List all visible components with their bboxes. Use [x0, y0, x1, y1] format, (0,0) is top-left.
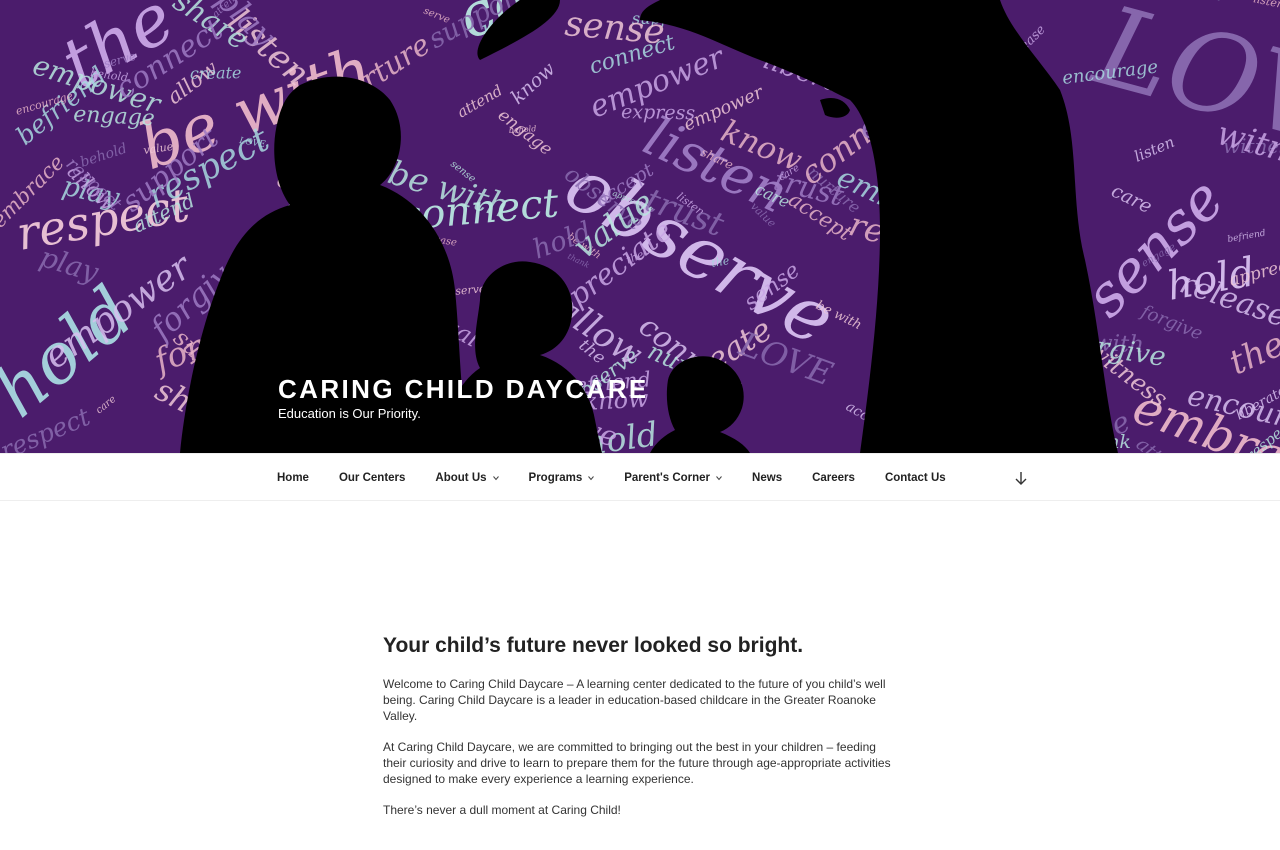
nav-item-contact-us[interactable]: Contact Us [870, 454, 961, 502]
nav-item-careers[interactable]: Careers [797, 454, 870, 502]
hero-word: create [190, 63, 242, 83]
closing-paragraph: There’s never a dull moment at Caring Ch… [383, 803, 621, 817]
nav-item-label: Careers [812, 472, 855, 484]
nav-item-programs[interactable]: Programs [514, 454, 610, 502]
hero-word: engage [73, 102, 156, 131]
nav-item-label: Contact Us [884, 472, 946, 484]
nav-item-label: Our Centers [338, 472, 406, 484]
chevron-down-icon [492, 476, 499, 481]
site-branding: CARING CHILD DAYCARE Education is Our Pr… [278, 374, 649, 422]
nav-item-news[interactable]: News [737, 454, 797, 502]
chevron-down-icon [716, 476, 722, 481]
nav-item-home[interactable]: Home [262, 454, 324, 502]
nav-item-our-centers[interactable]: Our Centers [324, 454, 420, 502]
main-content: Your child’s future never looked so brig… [383, 632, 893, 833]
nav-item-label: Home [277, 472, 309, 484]
nav-item-label: News [752, 472, 783, 484]
arrow-down-icon[interactable] [1012, 468, 1030, 488]
site-title[interactable]: CARING CHILD DAYCARE [278, 374, 649, 404]
intro-paragraph: Welcome to Caring Child Daycare – A lear… [383, 677, 886, 723]
nav-item-label: About Us [435, 472, 487, 484]
nav-item-about-us[interactable]: About Us [420, 454, 513, 502]
nav-item-label: Programs [528, 472, 583, 484]
commitment-paragraph: At Caring Child Daycare, we are committe… [383, 740, 891, 786]
nav-item-label: Parent's Corner [624, 472, 711, 484]
chevron-down-icon [588, 476, 595, 481]
main-navigation: Home Our Centers About Us Programs Parent's … [0, 453, 1280, 501]
nav-menu: Home Our Centers About Us Programs Parent's … [262, 454, 961, 502]
hero-header: thebe withcareobservelistenrespectholdLO… [0, 0, 1280, 453]
page-heading: Your child’s future never looked so brig… [383, 634, 804, 657]
nav-item-parent-s-corner[interactable]: Parent's Corner [609, 454, 737, 502]
site-tagline: Education is Our Priority. [278, 406, 421, 421]
